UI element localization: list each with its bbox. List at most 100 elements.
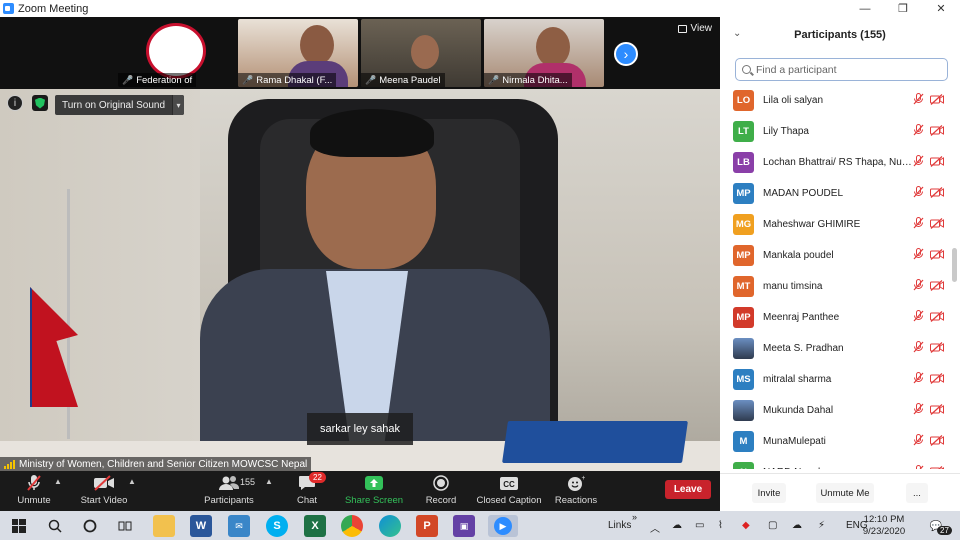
excel-icon[interactable]: X bbox=[304, 515, 326, 537]
mic-muted-icon[interactable] bbox=[913, 217, 924, 232]
mail-icon[interactable]: ✉ bbox=[228, 515, 250, 537]
tray-app-icon[interactable]: ▢ bbox=[768, 520, 777, 531]
participant-row[interactable]: MT manu timsina bbox=[720, 271, 952, 302]
participants-panel: Participants (155) ⌄ Find a participant … bbox=[720, 17, 960, 511]
participant-row[interactable]: MS mitralal sharma bbox=[720, 364, 952, 395]
mic-muted-icon[interactable] bbox=[913, 341, 924, 356]
mic-muted-icon[interactable] bbox=[913, 310, 924, 325]
participant-row[interactable]: M MunaMulepati bbox=[720, 426, 952, 457]
mic-muted-icon[interactable] bbox=[913, 124, 924, 139]
windows-start-icon[interactable] bbox=[8, 515, 30, 537]
edge-icon[interactable] bbox=[379, 515, 401, 537]
thumbnail-nirmala[interactable]: 🎤 Nirmala Dhita... bbox=[484, 19, 604, 87]
chevron-down-icon[interactable]: ⌄ bbox=[733, 28, 741, 39]
participant-row[interactable]: MP MADAN POUDEL bbox=[720, 178, 952, 209]
participant-search-input[interactable]: Find a participant bbox=[735, 58, 948, 81]
chevron-double-right-icon[interactable]: » bbox=[632, 512, 637, 522]
chevron-down-icon[interactable]: ▾ bbox=[172, 95, 185, 115]
mic-muted-icon[interactable] bbox=[913, 279, 924, 294]
participants-icon bbox=[219, 474, 239, 492]
maximize-button[interactable]: ❐ bbox=[884, 2, 922, 15]
reactions-icon: + bbox=[567, 474, 585, 492]
panel-footer: Invite Unmute Me ... bbox=[720, 473, 960, 511]
participant-row[interactable]: MP Meenraj Panthee bbox=[720, 302, 952, 333]
audio-options-caret[interactable]: ▲ bbox=[54, 477, 62, 486]
participant-row[interactable]: LB Lochan Bhattrai/ RS Thapa, Nuw... bbox=[720, 147, 952, 178]
invite-button[interactable]: Invite bbox=[752, 483, 786, 503]
participant-name: Meeta S. Pradhan bbox=[763, 343, 844, 354]
task-view-icon[interactable] bbox=[114, 515, 136, 537]
participant-row[interactable]: Meeta S. Pradhan bbox=[720, 333, 952, 364]
participant-row[interactable]: LO Lila oli salyan bbox=[720, 85, 952, 116]
avatar: MG bbox=[733, 214, 754, 235]
unmute-button[interactable]: Unmute bbox=[10, 471, 58, 511]
cloud-icon[interactable]: ☁ bbox=[672, 520, 682, 531]
mic-muted-icon[interactable] bbox=[913, 434, 924, 449]
powerpoint-icon[interactable]: P bbox=[416, 515, 438, 537]
chrome-icon[interactable] bbox=[341, 515, 363, 537]
unmute-me-button[interactable]: Unmute Me bbox=[816, 483, 874, 503]
mic-muted-icon[interactable] bbox=[913, 465, 924, 469]
clock[interactable]: 12:10 PM 9/23/2020 bbox=[858, 514, 910, 538]
svg-text:CC: CC bbox=[503, 480, 515, 489]
thumbnail-federation[interactable]: 🎤 Federation of bbox=[118, 19, 238, 87]
participant-name: MunaMulepati bbox=[763, 436, 826, 447]
mic-muted-icon[interactable] bbox=[913, 403, 924, 418]
participant-name: Lochan Bhattrai/ RS Thapa, Nuw... bbox=[763, 157, 913, 168]
cortana-icon[interactable] bbox=[79, 515, 101, 537]
closed-caption-button[interactable]: CC Closed Caption bbox=[474, 471, 544, 511]
original-sound-button[interactable]: Turn on Original Sound ▾ bbox=[55, 95, 185, 115]
security-shield-icon[interactable] bbox=[32, 95, 48, 111]
reactions-button[interactable]: + Reactions bbox=[552, 471, 600, 511]
mic-muted-icon[interactable] bbox=[913, 248, 924, 263]
close-button[interactable]: ✕ bbox=[922, 2, 960, 15]
record-button[interactable]: Record bbox=[422, 471, 460, 511]
video-off-icon bbox=[930, 279, 944, 294]
thumbnail-meena[interactable]: 🎤 Meena Paudel bbox=[361, 19, 481, 87]
video-options-caret[interactable]: ▲ bbox=[128, 477, 136, 486]
share-screen-button[interactable]: Share Screen bbox=[344, 471, 404, 511]
info-icon[interactable]: i bbox=[7, 95, 23, 111]
minimize-button[interactable]: — bbox=[846, 3, 884, 15]
participants-options-caret[interactable]: ▲ bbox=[265, 477, 273, 486]
participant-row[interactable]: MG Maheshwar GHIMIRE bbox=[720, 209, 952, 240]
twitch-icon[interactable]: ▣ bbox=[453, 515, 475, 537]
participant-row[interactable]: N NARD Nepal bbox=[720, 457, 952, 469]
windows-taskbar: W ✉ S X P ▣ ▶ Links » ︿ ☁ ▭ ⌇ ◆ ▢ ☁ ⚡ EN… bbox=[0, 511, 960, 540]
display-icon[interactable]: ▭ bbox=[695, 520, 704, 531]
video-off-icon bbox=[930, 341, 944, 356]
closed-caption-icon: CC bbox=[499, 474, 519, 492]
leave-button[interactable]: Leave bbox=[665, 480, 711, 499]
mic-muted-icon[interactable] bbox=[913, 155, 924, 170]
participant-name: Meenraj Panthee bbox=[763, 312, 840, 323]
participant-list-scrollbar[interactable] bbox=[952, 248, 957, 282]
window-title: Zoom Meeting bbox=[18, 2, 89, 15]
search-icon[interactable] bbox=[44, 515, 66, 537]
participant-row[interactable]: Mukunda Dahal bbox=[720, 395, 952, 426]
file-explorer-icon[interactable] bbox=[153, 515, 175, 537]
skype-icon[interactable]: S bbox=[266, 515, 288, 537]
onedrive-icon[interactable]: ☁ bbox=[792, 520, 802, 531]
mic-muted-icon bbox=[26, 474, 42, 492]
mic-muted-icon[interactable] bbox=[913, 186, 924, 201]
view-button[interactable]: View bbox=[677, 23, 712, 34]
chevron-up-icon[interactable]: ︿ bbox=[650, 520, 660, 535]
next-page-button[interactable]: › bbox=[614, 42, 638, 66]
avatar: LO bbox=[733, 90, 754, 111]
meeting-area: 🎤 Federation of 🎤 Rama Dhakal (F... 🎤 Meena… bbox=[0, 17, 720, 471]
zoom-taskbar-icon[interactable]: ▶ bbox=[488, 515, 518, 537]
start-video-button[interactable]: Start Video bbox=[74, 471, 134, 511]
mic-muted-icon[interactable] bbox=[913, 93, 924, 108]
mic-muted-icon[interactable] bbox=[913, 372, 924, 387]
participant-row[interactable]: LT Lily Thapa bbox=[720, 116, 952, 147]
participant-name: Mukunda Dahal bbox=[763, 405, 834, 416]
links-toolbar[interactable]: Links bbox=[608, 520, 631, 531]
network-icon[interactable]: ⌇ bbox=[718, 520, 723, 531]
thumbnail-rama[interactable]: 🎤 Rama Dhakal (F... bbox=[238, 19, 358, 87]
avatar: LB bbox=[733, 152, 754, 173]
more-options-button[interactable]: ... bbox=[906, 483, 928, 503]
battery-icon[interactable]: ⚡ bbox=[818, 520, 825, 531]
word-icon[interactable]: W bbox=[190, 515, 212, 537]
participant-row[interactable]: MP Mankala poudel bbox=[720, 240, 952, 271]
dropbox-icon[interactable]: ◆ bbox=[742, 520, 750, 531]
